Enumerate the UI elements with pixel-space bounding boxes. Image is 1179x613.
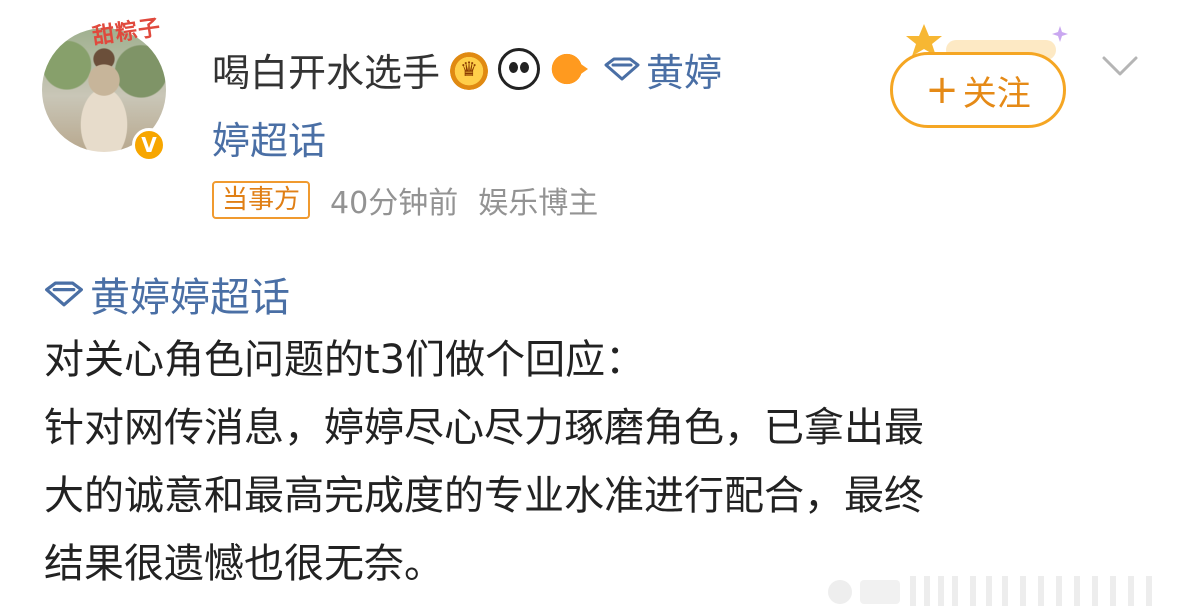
follow-button[interactable]: + 关注 bbox=[890, 52, 1066, 128]
fish-badge-icon[interactable] bbox=[548, 48, 591, 90]
party-tag: 当事方 bbox=[212, 181, 311, 219]
supertopic-diamond-icon bbox=[604, 57, 640, 81]
username[interactable]: 喝白开水选手 bbox=[212, 42, 440, 97]
chevron-down-icon[interactable] bbox=[1100, 50, 1140, 80]
author-category: 娱乐博主 bbox=[478, 186, 599, 221]
post-time: 40分钟前 bbox=[330, 186, 459, 221]
post-body: 黄婷婷超话 对关心角色问题的t3们做个回应： 针对网传消息，婷婷尽心尽力琢磨角色… bbox=[44, 262, 1144, 598]
plus-icon: + bbox=[925, 67, 959, 113]
follow-label: 关注 bbox=[962, 73, 1031, 114]
post-topic-label: 黄婷婷超话 bbox=[90, 275, 290, 321]
supertopic-link[interactable]: 黄婷 bbox=[646, 42, 722, 97]
post-topic-link[interactable]: 黄婷婷超话 bbox=[44, 262, 1144, 326]
post-text-line: 大的诚意和最高完成度的专业水准进行配合，最终 bbox=[44, 473, 924, 519]
post-meta: 当事方 40分钟前 娱乐博主 bbox=[212, 178, 598, 222]
author-name-line: 喝白开水选手 ♛ 黄婷 bbox=[212, 42, 722, 97]
verified-badge-icon: V bbox=[132, 128, 166, 162]
supertopic-diamond-icon bbox=[44, 281, 84, 307]
watermark-bars bbox=[828, 576, 1152, 606]
post-text-line: 对关心角色问题的t3们做个回应： bbox=[44, 337, 646, 383]
panda-badge-icon[interactable] bbox=[498, 48, 541, 90]
supertopic-link-continued[interactable]: 婷超话 bbox=[212, 110, 326, 165]
avatar-sticker: 甜粽子 bbox=[90, 15, 163, 50]
post-text-line: 针对网传消息，婷婷尽心尽力琢磨角色，已拿出最 bbox=[44, 405, 924, 451]
crown-badge-icon[interactable]: ♛ bbox=[448, 48, 491, 90]
